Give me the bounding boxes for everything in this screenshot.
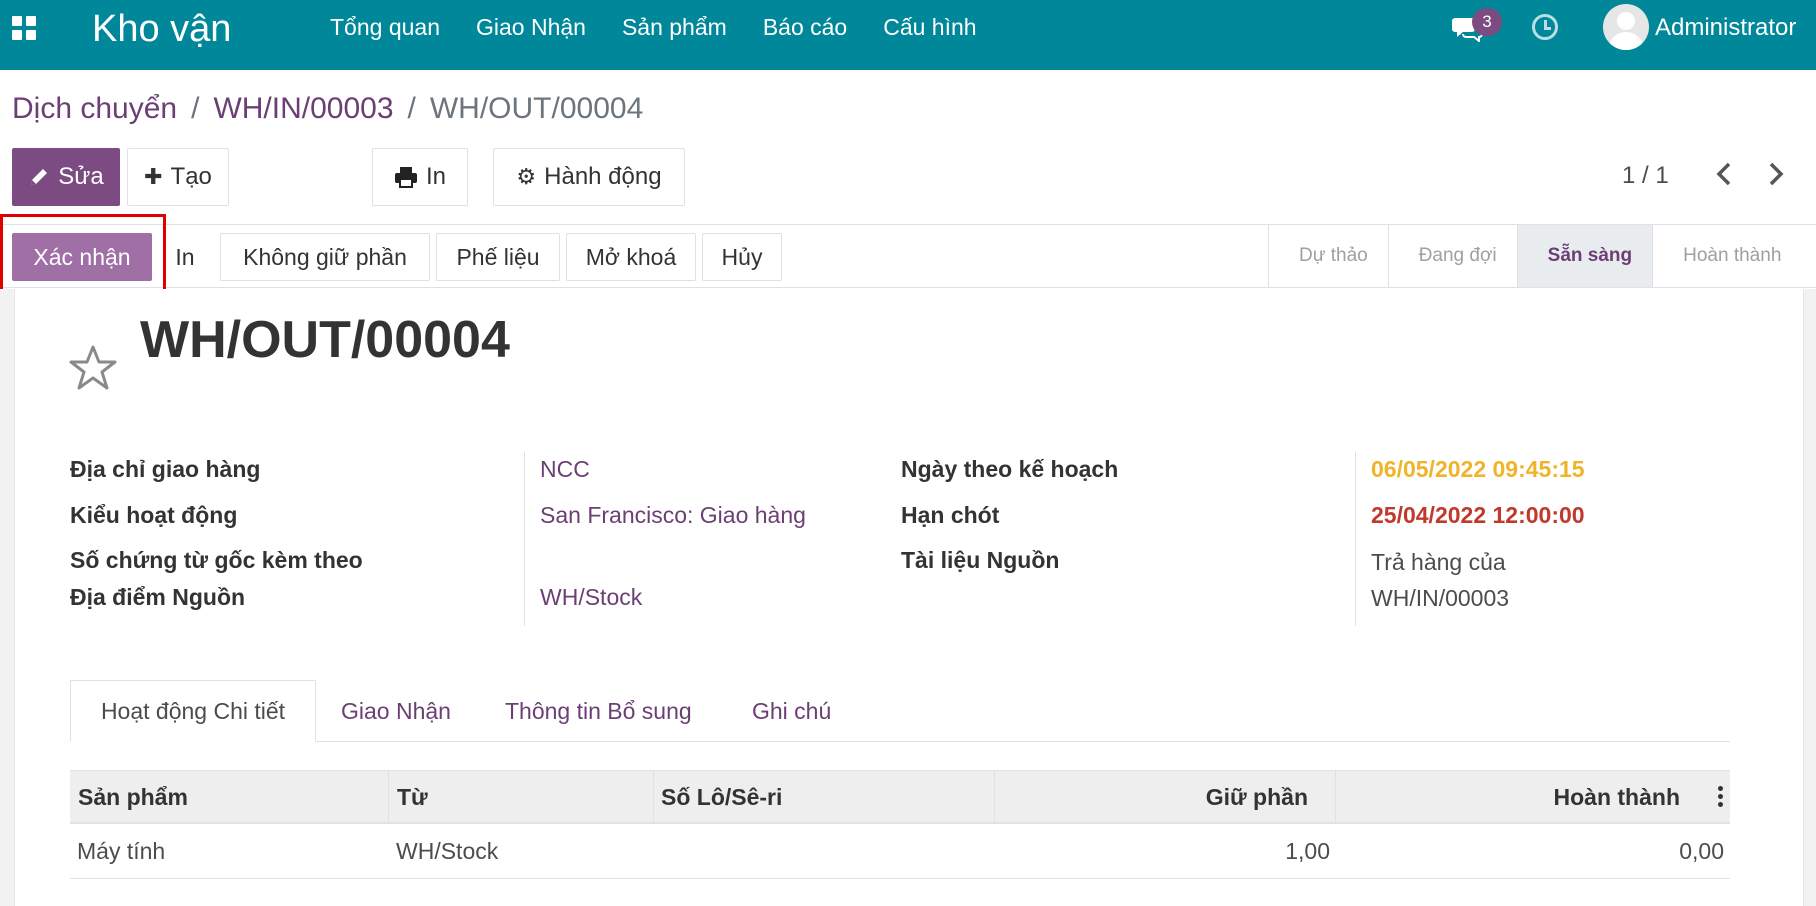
top-navbar: Kho vận Tổng quan Giao Nhận Sản phẩm Báo…: [0, 0, 1816, 70]
table-header: Sản phẩm Từ Số Lô/Sê-ri Giữ phần Hoàn th…: [70, 770, 1730, 824]
column-separator: [1335, 771, 1336, 823]
highlight-box: [0, 214, 166, 296]
deadline-value[interactable]: 25/04/2022 12:00:00: [1371, 502, 1585, 529]
cell-reserved[interactable]: 1,00: [1285, 824, 1330, 878]
tab-detailed-operations[interactable]: Hoạt động Chi tiết: [70, 680, 316, 742]
field-divider: [524, 452, 525, 626]
column-lot-serial[interactable]: Số Lô/Sê-ri: [661, 771, 782, 823]
delivery-address-label: Địa chỉ giao hàng: [70, 456, 261, 482]
optional-columns-icon[interactable]: [1718, 786, 1724, 808]
backorder-label: Số chứng từ gốc kèm theo: [70, 547, 363, 573]
column-separator: [653, 771, 654, 823]
apps-menu-icon[interactable]: [12, 16, 36, 40]
cell-done[interactable]: 0,00: [1679, 824, 1724, 878]
column-reserved[interactable]: Giữ phần: [1206, 771, 1308, 823]
column-product[interactable]: Sản phẩm: [78, 771, 188, 823]
column-separator: [388, 771, 389, 823]
cancel-button[interactable]: Hủy: [702, 233, 782, 281]
tabs-divider: [70, 741, 1730, 742]
user-avatar[interactable]: [1603, 4, 1649, 50]
main-menu: Tổng quan Giao Nhận Sản phẩm Báo cáo Cấu…: [330, 14, 1013, 41]
tab-note[interactable]: Ghi chú: [752, 680, 831, 742]
print-status-button[interactable]: In: [160, 233, 210, 281]
create-button[interactable]: ✚ Tạo: [127, 148, 229, 206]
table-row[interactable]: Máy tính WH/Stock 1,00 0,00: [70, 824, 1730, 879]
source-document-value: Trả hàng của: [1371, 549, 1506, 575]
breadcrumb: Dịch chuyển / WH/IN/00003 / WH/OUT/00004: [12, 92, 643, 126]
scheduled-date-value[interactable]: 06/05/2022 09:45:15: [1371, 456, 1585, 483]
pager-value[interactable]: 1 / 1: [1622, 162, 1669, 190]
print-button[interactable]: In: [372, 148, 468, 206]
edit-label: Sửa: [58, 163, 104, 190]
chevron-left-icon[interactable]: [1712, 158, 1736, 190]
stage-done[interactable]: Hoàn thành: [1652, 225, 1801, 287]
create-label: Tạo: [170, 163, 212, 190]
source-document-label: Tài liệu Nguồn: [901, 547, 1060, 573]
activity-clock-icon[interactable]: [1532, 14, 1558, 40]
action-label: Hành động: [544, 163, 662, 190]
plus-icon: ✚: [144, 164, 163, 189]
user-name[interactable]: Administrator: [1655, 14, 1796, 42]
stage-ready[interactable]: Sẵn sàng: [1516, 225, 1653, 287]
column-from[interactable]: Từ: [397, 771, 428, 823]
edit-button[interactable]: Sửa: [12, 148, 120, 206]
gear-icon: ⚙: [516, 164, 537, 189]
action-button[interactable]: ⚙ Hành động: [493, 148, 685, 206]
statusbar: Xác nhận In Không giữ phần Phế liệu Mở k…: [0, 224, 1816, 288]
scheduled-date-label: Ngày theo kế hoạch: [901, 456, 1119, 482]
cell-from[interactable]: WH/Stock: [396, 824, 498, 878]
stage-waiting[interactable]: Đang đợi: [1387, 225, 1517, 287]
breadcrumb-separator: /: [191, 92, 200, 125]
breadcrumb-current: WH/OUT/00004: [429, 92, 644, 125]
source-location-label: Địa điểm Nguồn: [70, 584, 246, 610]
menu-item-overview[interactable]: Tổng quan: [330, 14, 440, 41]
scrap-button[interactable]: Phế liệu: [436, 233, 560, 281]
source-location-value[interactable]: WH/Stock: [540, 584, 642, 611]
breadcrumb-separator: /: [407, 92, 416, 125]
pencil-icon: [31, 169, 48, 185]
app-brand[interactable]: Kho vận: [92, 8, 231, 51]
operation-type-value[interactable]: San Francisco: Giao hàng: [540, 502, 806, 529]
menu-item-products[interactable]: Sản phẩm: [622, 14, 727, 41]
tab-additional-info[interactable]: Thông tin Bổ sung: [505, 680, 692, 742]
printer-icon: [394, 167, 417, 188]
menu-item-reporting[interactable]: Báo cáo: [763, 14, 847, 41]
source-document-value-line2: WH/IN/00003: [1371, 585, 1510, 611]
operation-type-label: Kiểu hoạt động: [70, 502, 238, 528]
unreserve-button[interactable]: Không giữ phần: [220, 233, 430, 281]
breadcrumb-parent[interactable]: WH/IN/00003: [213, 92, 393, 126]
stage-draft[interactable]: Dự thảo: [1268, 225, 1388, 287]
breadcrumb-root[interactable]: Dịch chuyển: [12, 92, 177, 126]
cell-product[interactable]: Máy tính: [77, 824, 165, 878]
field-divider: [1355, 452, 1356, 626]
chevron-right-icon[interactable]: [1764, 158, 1788, 190]
deadline-label: Hạn chót: [901, 502, 1000, 528]
menu-item-configuration[interactable]: Cấu hình: [883, 14, 976, 41]
delivery-address-value[interactable]: NCC: [540, 456, 590, 483]
stage-pipeline: Dự thảo Đang đợi Sẵn sàng Hoàn thành: [1268, 225, 1801, 287]
menu-item-operations[interactable]: Giao Nhận: [476, 14, 586, 41]
record-title: WH/OUT/00004: [140, 311, 510, 369]
star-icon[interactable]: [68, 344, 118, 392]
tab-delivery[interactable]: Giao Nhận: [341, 680, 451, 742]
unlock-button[interactable]: Mở khoá: [566, 233, 696, 281]
print-label: In: [425, 163, 446, 190]
messages-count-badge: 3: [1472, 8, 1502, 36]
column-separator: [994, 771, 995, 823]
column-done[interactable]: Hoàn thành: [1554, 771, 1681, 823]
